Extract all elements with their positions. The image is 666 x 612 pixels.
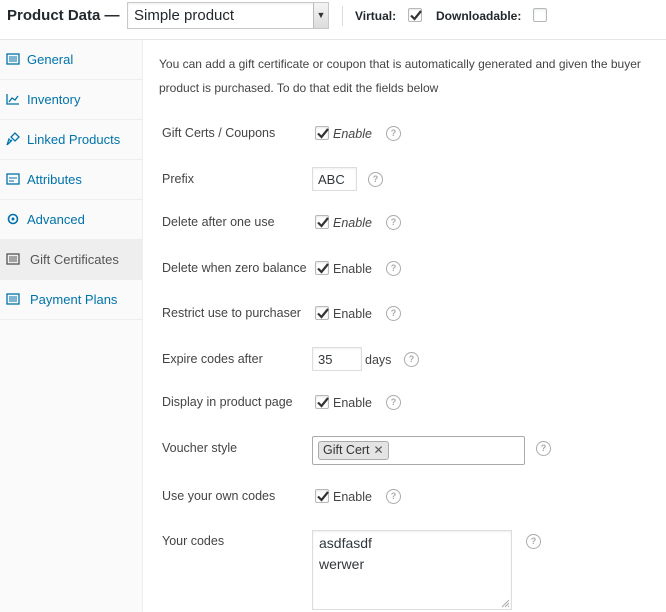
general-icon [6,53,20,65]
chevron-down-icon: ▼ [313,3,328,28]
downloadable-label: Downloadable: [436,9,522,23]
display-product-page-label: Display in product page [162,395,293,409]
expire-days-value: 35 [318,352,333,367]
tab-general-label: General [27,52,74,67]
product-data-header: Product Data — Simple product ▼ Virtual:… [0,0,666,40]
inventory-icon [6,94,19,105]
tab-payment-plans-label: Payment Plans [30,292,118,307]
checkmark-icon [317,491,329,502]
checkmark-icon [317,263,329,274]
restrict-purchaser-checkbox[interactable] [315,306,329,320]
own-codes-label: Use your own codes [162,489,276,503]
voucher-style-label: Voucher style [162,441,238,455]
help-icon[interactable]: ? [526,534,541,549]
payment-plans-icon [6,293,20,305]
tab-general[interactable]: General [0,40,142,80]
gift-certs-checkbox[interactable] [315,126,329,140]
product-type-select[interactable]: Simple product ▼ [127,2,329,29]
prefix-label: Prefix [162,172,194,186]
tab-advanced-label: Advanced [27,212,85,227]
own-codes-checkbox[interactable] [315,489,329,503]
intro-line-2: product is purchased. To do that edit th… [159,81,439,95]
tab-linked-products-label: Linked Products [27,132,121,147]
voucher-style-select[interactable]: Gift Cert ✕ [312,436,525,465]
voucher-style-tag: Gift Cert ✕ [318,441,389,460]
tab-attributes-label: Attributes [27,172,82,187]
link-icon [6,132,20,146]
delete-after-use-label: Delete after one use [162,215,275,229]
restrict-purchaser-enable-label: Enable [333,307,372,321]
help-icon[interactable]: ? [536,441,551,456]
tab-inventory[interactable]: Inventory [0,80,142,120]
gift-certs-label: Gift Certs / Coupons [162,126,276,140]
display-product-page-enable-label: Enable [333,396,372,410]
help-icon[interactable]: ? [368,172,383,187]
prefix-value: ABC [318,172,345,187]
delete-after-use-enable-label: Enable [333,216,372,230]
your-codes-label: Your codes [162,534,225,548]
gift-certificate-icon [6,253,20,265]
delete-zero-balance-checkbox[interactable] [315,261,329,275]
restrict-purchaser-label: Restrict use to purchaser [162,306,301,320]
help-icon[interactable]: ? [386,306,401,321]
gift-certs-enable-label: Enable [333,127,372,141]
code-line: werwer [319,556,365,572]
delete-after-use-checkbox[interactable] [315,215,329,229]
tab-attributes[interactable]: Attributes [0,160,142,200]
tab-linked-products[interactable]: Linked Products [0,120,142,160]
checkmark-icon [317,308,329,319]
downloadable-checkbox[interactable] [533,8,547,22]
tab-gift-certificates-label: Gift Certificates [30,252,119,267]
header-divider [342,6,343,26]
remove-tag-icon[interactable]: ✕ [373,442,383,459]
help-icon[interactable]: ? [386,126,401,141]
checkmark-icon [317,217,329,228]
expire-days-unit: days [365,353,392,367]
voucher-style-tag-label: Gift Cert [323,443,370,457]
help-icon[interactable]: ? [386,215,401,230]
help-icon[interactable]: ? [386,395,401,410]
code-line: asdfasdf [319,535,372,551]
expire-days-input[interactable]: 35 [312,347,362,371]
help-icon[interactable]: ? [386,489,401,504]
own-codes-enable-label: Enable [333,490,372,504]
expire-codes-label: Expire codes after [162,352,263,366]
tab-gift-certificates[interactable]: Gift Certificates [0,240,142,280]
intro-line-1: You can add a gift certificate or coupon… [159,57,641,71]
tab-advanced[interactable]: Advanced [0,200,142,240]
display-product-page-checkbox[interactable] [315,395,329,409]
intro-text: You can add a gift certificate or coupon… [159,52,666,100]
gift-certificates-panel: You can add a gift certificate or coupon… [143,40,666,612]
your-codes-textarea[interactable]: asdfasdf werwer [312,530,512,610]
tab-payment-plans[interactable]: Payment Plans [0,280,142,320]
product-data-title: Product Data — [7,7,120,24]
product-type-value: Simple product [134,7,235,24]
checkmark-icon [410,10,422,21]
attributes-icon [6,173,20,185]
checkmark-icon [317,397,329,408]
tab-inventory-label: Inventory [27,92,81,107]
delete-zero-balance-enable-label: Enable [333,262,372,276]
virtual-checkbox[interactable] [408,8,422,22]
delete-zero-balance-label: Delete when zero balance [162,261,307,275]
virtual-label: Virtual: [355,9,397,23]
help-icon[interactable]: ? [404,352,419,367]
product-data-tabs: General Inventory Linked Products Attrib… [0,40,143,612]
gear-icon [7,213,19,225]
prefix-input[interactable]: ABC [312,167,357,191]
resize-grip-icon[interactable] [500,598,510,608]
help-icon[interactable]: ? [386,261,401,276]
checkmark-icon [317,128,329,139]
